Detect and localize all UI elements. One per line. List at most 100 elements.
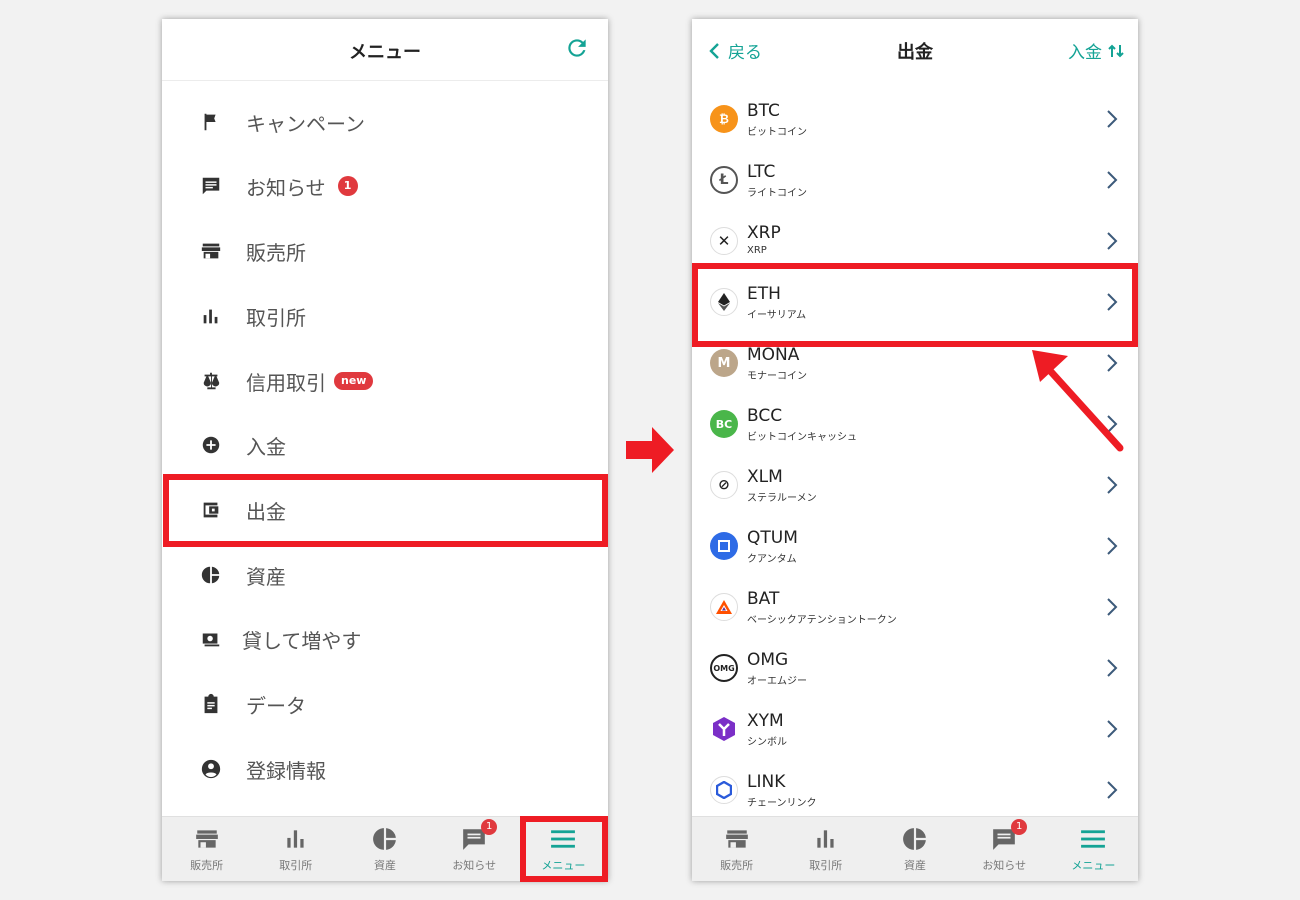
refresh-icon[interactable] <box>564 35 590 61</box>
coin-name: ライトコイン <box>747 188 807 199</box>
tab-label: 資産 <box>374 859 396 872</box>
menu-header: メニュー <box>162 19 608 81</box>
coin-name: XRP <box>747 245 767 256</box>
menu-item-label: 取引所 <box>246 305 306 330</box>
coin-symbol: BCC <box>747 406 783 426</box>
coin-name: クアンタム <box>747 554 797 565</box>
qtum-icon <box>710 532 738 560</box>
coin-row-xym[interactable]: XYM シンボル <box>692 699 1138 760</box>
menu-item-assets[interactable]: 資産 <box>162 543 608 607</box>
coin-name: チェーンリンク <box>747 798 817 809</box>
coin-row-qtum[interactable]: QTUM クアンタム <box>692 516 1138 577</box>
menu-item-label: 登録情報 <box>246 758 326 783</box>
menu-icon <box>1081 830 1106 848</box>
coin-row-omg[interactable]: OMG OMG オーエムジー <box>692 638 1138 699</box>
coin-row-link[interactable]: LINK チェーンリンク <box>692 760 1138 821</box>
coin-symbol: OMG <box>747 650 789 670</box>
menu-item-news[interactable]: お知らせ 1 <box>162 154 608 218</box>
tab-label: お知らせ <box>982 859 1027 872</box>
coin-row-ltc[interactable]: Ł LTC ライトコイン <box>692 150 1138 211</box>
bar-chart-icon <box>203 309 218 324</box>
withdraw-header: 戻る 出金 入金 <box>692 19 1138 81</box>
menu-item-store[interactable]: 販売所 <box>162 219 608 283</box>
menu-item-label: 貸して増やす <box>242 628 362 653</box>
bottom-tab-bar: 販売所 取引所 資産 1 お知らせ メニュー <box>692 816 1138 881</box>
menu-item-label: お知らせ <box>246 175 326 200</box>
chevron-right-icon <box>1107 171 1118 189</box>
deposit-label: 入金 <box>1068 43 1102 63</box>
store-icon <box>725 830 748 848</box>
coin-name: ビットコインキャッシュ <box>747 432 857 443</box>
coin-row-bat[interactable]: BAT ベーシックアテンショントークン <box>692 577 1138 638</box>
highlight-withdraw-menu-item <box>163 474 608 547</box>
coin-symbol: XRP <box>747 223 781 243</box>
coin-name: ビットコイン <box>747 127 807 138</box>
bat-icon <box>710 593 738 621</box>
tab-assets[interactable]: 資産 <box>870 817 959 881</box>
omg-icon: OMG <box>710 654 738 682</box>
coin-name: ベーシックアテンショントークン <box>747 615 897 626</box>
menu-item-label: 資産 <box>246 564 286 589</box>
news-count-badge: 1 <box>337 176 358 196</box>
menu-item-deposit[interactable]: 入金 <box>162 413 608 477</box>
deposit-switch-button[interactable]: 入金 <box>1068 38 1124 63</box>
coin-symbol: XLM <box>747 467 783 487</box>
coin-name: ステラルーメン <box>747 493 817 504</box>
coin-name: オーエムジー <box>747 676 807 687</box>
xrp-icon: ✕ <box>710 227 738 255</box>
tab-news[interactable]: 1 お知らせ <box>960 817 1049 881</box>
menu-item-label: データ <box>246 693 306 718</box>
plus-circle-icon <box>202 436 220 454</box>
pie-chart-icon <box>201 566 220 584</box>
bitcoin-cash-icon: BC <box>710 410 738 438</box>
chevron-right-icon <box>1107 476 1118 494</box>
clipboard-icon <box>204 693 218 714</box>
swap-vertical-icon <box>1108 44 1124 57</box>
coin-symbol: QTUM <box>747 528 798 548</box>
message-icon <box>202 177 220 195</box>
chevron-right-icon <box>1107 781 1118 799</box>
coin-symbol: BAT <box>747 589 780 609</box>
tab-news[interactable]: 1 お知らせ <box>430 817 519 881</box>
menu-item-margin-trading[interactable]: 信用取引 new <box>162 349 608 413</box>
chevron-right-icon <box>1107 232 1118 250</box>
news-count-badge: 1 <box>1011 819 1028 835</box>
chevron-right-icon <box>1107 537 1118 555</box>
menu-item-exchange[interactable]: 取引所 <box>162 284 608 348</box>
store-icon <box>201 243 221 259</box>
pointer-arrow-icon <box>1032 350 1124 452</box>
tab-label: 販売所 <box>720 859 754 872</box>
news-count-badge: 1 <box>481 819 498 835</box>
tab-assets[interactable]: 資産 <box>340 817 429 881</box>
chevron-right-icon <box>1107 659 1118 677</box>
tab-label: 取引所 <box>279 859 313 872</box>
stellar-icon: ⊘ <box>710 471 738 499</box>
tab-exchange[interactable]: 取引所 <box>251 817 340 881</box>
menu-item-campaign[interactable]: キャンペーン <box>162 90 608 154</box>
tab-menu[interactable]: メニュー <box>1049 817 1138 881</box>
chevron-right-icon <box>1107 720 1118 738</box>
chevron-right-icon <box>1107 598 1118 616</box>
menu-item-account[interactable]: 登録情報 <box>162 737 608 801</box>
menu-item-data[interactable]: データ <box>162 672 608 736</box>
flag-icon <box>204 113 216 131</box>
tab-store[interactable]: 販売所 <box>692 817 781 881</box>
menu-item-label: 入金 <box>246 434 286 459</box>
tab-store[interactable]: 販売所 <box>162 817 251 881</box>
coin-row-btc[interactable]: ₿ BTC ビットコイン <box>692 89 1138 150</box>
tab-exchange[interactable]: 取引所 <box>781 817 870 881</box>
scale-icon <box>203 372 220 390</box>
menu-item-label: キャンペーン <box>246 111 365 136</box>
highlight-eth-row <box>692 263 1138 347</box>
arrow-right-icon <box>626 427 674 473</box>
menu-item-lending[interactable]: 貸して増やす <box>162 607 608 671</box>
coin-row-xlm[interactable]: ⊘ XLM ステラルーメン <box>692 455 1138 516</box>
bar-chart-icon <box>287 830 304 848</box>
chainlink-icon <box>710 776 738 804</box>
chevron-right-icon <box>1107 110 1118 128</box>
litecoin-icon: Ł <box>710 166 738 194</box>
pie-chart-icon <box>373 828 396 850</box>
menu-screen: メニュー キャンペーン お知らせ 1 販売所 取引所 信用取引 new 入金 出… <box>162 19 608 881</box>
money-icon <box>202 633 220 647</box>
tab-label: お知らせ <box>452 859 497 872</box>
